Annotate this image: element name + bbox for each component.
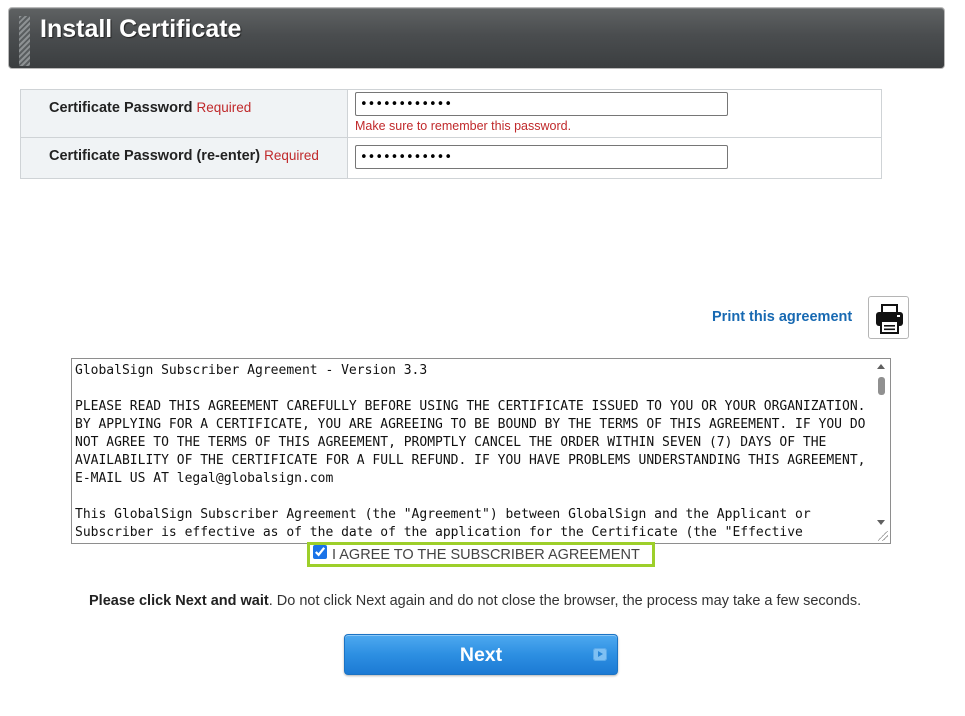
page-header: Install Certificate [8, 7, 945, 69]
next-instruction: Please click Next and wait. Do not click… [89, 593, 861, 609]
agree-checkbox-highlight: I AGREE TO THE SUBSCRIBER AGREEMENT [307, 542, 655, 567]
required-marker: Required [264, 148, 319, 163]
agreement-scrollbar[interactable] [873, 359, 890, 543]
resize-grip-icon[interactable] [878, 531, 888, 541]
certificate-password-input[interactable] [355, 92, 728, 116]
scroll-thumb[interactable] [878, 377, 885, 395]
agreement-text: GlobalSign Subscriber Agreement - Versio… [75, 363, 866, 540]
password-row: Certificate Password Required Make sure … [20, 89, 882, 138]
instruction-bold: Please click Next and wait [89, 593, 269, 609]
page-title: Install Certificate [40, 15, 242, 43]
password-field-cell: Make sure to remember this password. [347, 89, 882, 138]
password-label-cell: Certificate Password Required [20, 89, 348, 138]
agree-checkbox-label[interactable]: I AGREE TO THE SUBSCRIBER AGREEMENT [332, 547, 640, 563]
password-confirm-label: Certificate Password (re-enter) [49, 148, 261, 164]
next-button-label: Next [459, 644, 503, 666]
printer-icon [876, 304, 903, 334]
password-confirm-row: Certificate Password (re-enter) Required [20, 137, 882, 179]
password-label: Certificate Password [49, 100, 193, 116]
scroll-down-arrow-icon[interactable] [877, 520, 885, 525]
required-marker: Required [196, 100, 252, 115]
password-form: Certificate Password Required Make sure … [20, 89, 882, 179]
password-hint: Make sure to remember this password. [355, 119, 572, 133]
scroll-up-arrow-icon[interactable] [877, 364, 885, 369]
arrow-right-icon [593, 648, 607, 661]
print-agreement-link[interactable]: Print this agreement [712, 309, 852, 325]
next-button[interactable]: Next [344, 634, 618, 675]
instruction-rest: . Do not click Next again and do not clo… [268, 593, 862, 609]
agreement-textarea[interactable]: GlobalSign Subscriber Agreement - Versio… [71, 358, 891, 544]
certificate-password-confirm-input[interactable] [355, 145, 728, 169]
agree-checkbox[interactable] [313, 545, 327, 559]
header-stripe-decoration [19, 16, 30, 66]
password-confirm-field-cell [347, 137, 882, 179]
password-confirm-label-cell: Certificate Password (re-enter) Required [20, 137, 348, 179]
print-agreement-button[interactable] [868, 296, 909, 339]
